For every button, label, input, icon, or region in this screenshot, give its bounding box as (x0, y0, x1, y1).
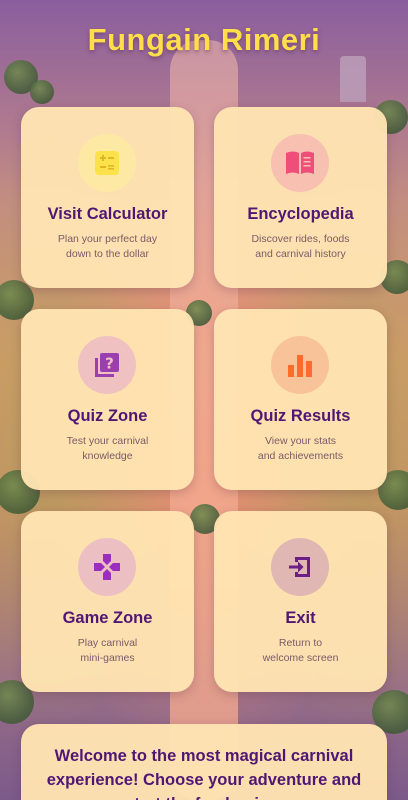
quiz-results-title: Quiz Results (250, 407, 351, 425)
game-zone-description: Play carnival mini-games (35, 636, 180, 666)
description-line: down to the dollar (66, 248, 149, 260)
description-line: View your stats (264, 435, 336, 447)
description-line: Discover rides, foods (251, 233, 350, 245)
svg-text:?: ? (105, 355, 114, 373)
description-line: Play carnival (77, 637, 138, 649)
quiz-results-description: View your stats and achievements (228, 434, 373, 464)
booth-building (340, 56, 366, 102)
quiz-icon-badge: ? (78, 336, 136, 394)
exit-description: Return to welcome screen (228, 636, 373, 666)
game-zone-title: Game Zone (62, 609, 153, 627)
calculator-icon-badge (78, 134, 136, 192)
quiz-zone-button[interactable]: ? Quiz Zone Test your carnival knowledge (21, 309, 194, 490)
encyclopedia-title: Encyclopedia (247, 205, 354, 223)
visit-calculator-button[interactable]: Visit Calculator Plan your perfect day d… (21, 107, 194, 288)
exit-title: Exit (285, 609, 316, 627)
description-line: welcome screen (262, 652, 339, 664)
book-icon-badge (271, 134, 329, 192)
encyclopedia-description: Discover rides, foods and carnival histo… (228, 232, 373, 262)
description-line: knowledge (82, 450, 133, 462)
quiz-zone-description: Test your carnival knowledge (35, 434, 180, 464)
exit-icon-badge (271, 538, 329, 596)
bar-chart-icon-badge (271, 336, 329, 394)
welcome-message-panel: Welcome to the most magical carnival exp… (21, 724, 387, 800)
quiz-icon: ? (95, 353, 119, 377)
description-line: and carnival history (255, 248, 346, 260)
description-line: Test your carnival (66, 435, 149, 447)
tree-decoration (30, 80, 54, 104)
app-title: Fungain Rimeri (87, 22, 321, 57)
welcome-line: Welcome to the most magical carnival (54, 747, 354, 765)
welcome-line: start the fun begin... (39, 792, 369, 800)
gamepad-icon-badge (78, 538, 136, 596)
gamepad-icon (94, 554, 120, 580)
calculator-icon (95, 151, 119, 175)
description-line: Return to (278, 637, 323, 649)
visit-calculator-title: Visit Calculator (47, 205, 168, 223)
quiz-results-button[interactable]: Quiz Results View your stats and achieve… (214, 309, 387, 490)
encyclopedia-button[interactable]: Encyclopedia Discover rides, foods and c… (214, 107, 387, 288)
welcome-line: experience! Choose your adventure and (46, 771, 362, 789)
description-line: and achievements (257, 450, 344, 462)
game-zone-button[interactable]: Game Zone Play carnival mini-games (21, 511, 194, 692)
exit-icon (289, 557, 310, 577)
bar-chart-icon (288, 355, 312, 377)
exit-button[interactable]: Exit Return to welcome screen (214, 511, 387, 692)
quiz-zone-title: Quiz Zone (67, 407, 148, 425)
description-line: Plan your perfect day (57, 233, 158, 245)
book-icon (286, 151, 314, 174)
visit-calculator-description: Plan your perfect day down to the dollar (35, 232, 180, 262)
description-line: mini-games (80, 652, 135, 664)
